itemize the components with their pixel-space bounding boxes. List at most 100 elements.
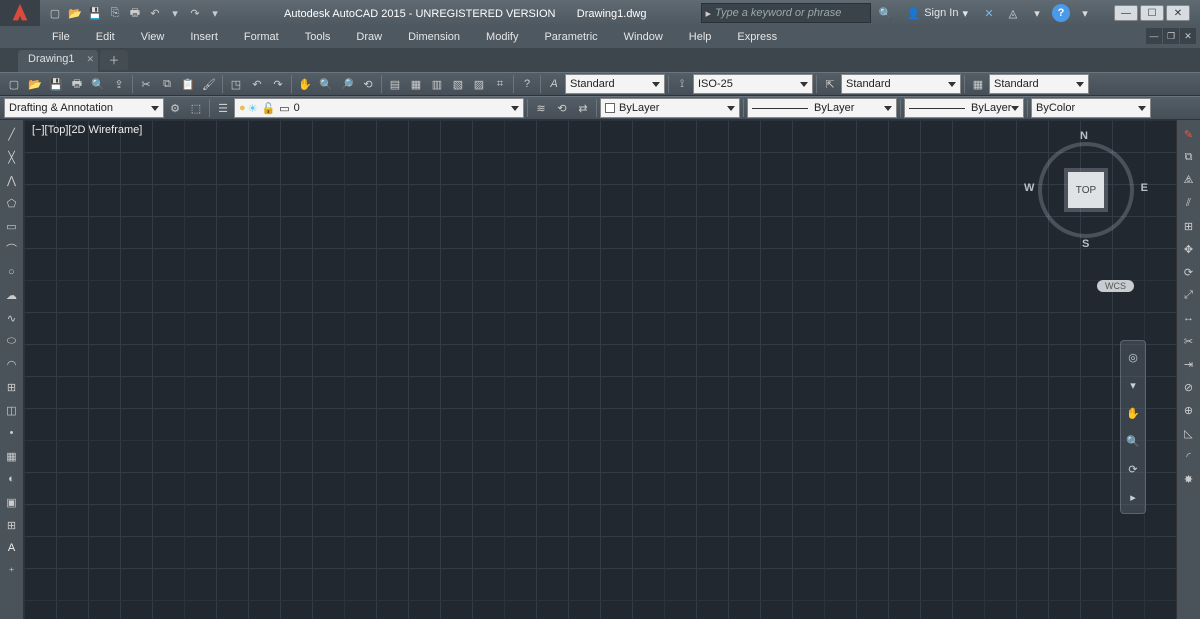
- insert-icon[interactable]: ⊞: [2, 377, 22, 397]
- viewcube[interactable]: TOP N S E W: [1026, 130, 1146, 250]
- spline-icon[interactable]: ∿: [2, 308, 22, 328]
- polygon-icon[interactable]: ⬠: [2, 193, 22, 213]
- compass-s[interactable]: S: [1082, 238, 1089, 250]
- stretch-icon[interactable]: ↔: [1179, 308, 1199, 328]
- drawing-canvas[interactable]: [−][Top][2D Wireframe] TOP N S E W WCS ◎…: [24, 120, 1176, 619]
- xline-icon[interactable]: ╳: [2, 147, 22, 167]
- plot-icon[interactable]: 🖶: [126, 4, 144, 22]
- new-tab-button[interactable]: ＋: [100, 50, 128, 70]
- menu-tools[interactable]: Tools: [297, 29, 339, 45]
- rectangle-icon[interactable]: ▭: [2, 216, 22, 236]
- exchange-icon[interactable]: ✕: [980, 4, 998, 22]
- zoomprev-icon[interactable]: ⟲: [358, 74, 378, 94]
- copy2-icon[interactable]: ⧉: [1179, 147, 1199, 167]
- mdi-restore[interactable]: ❐: [1163, 28, 1179, 44]
- text-style-combo[interactable]: Standard: [565, 74, 665, 94]
- line-icon[interactable]: ╱: [2, 124, 22, 144]
- wcs-badge[interactable]: WCS: [1097, 280, 1134, 292]
- erase-icon[interactable]: ✎: [1179, 124, 1199, 144]
- menu-dimension[interactable]: Dimension: [400, 29, 468, 45]
- menu-modify[interactable]: Modify: [478, 29, 526, 45]
- layer-combo[interactable]: ● ☀ 🔓 ▭ 0: [234, 98, 524, 118]
- redo-drop-icon[interactable]: ▾: [206, 4, 224, 22]
- open-icon[interactable]: 📂: [66, 4, 84, 22]
- block-create-icon[interactable]: ◫: [2, 400, 22, 420]
- menu-insert[interactable]: Insert: [182, 29, 226, 45]
- toolpal-icon[interactable]: ▥: [427, 74, 447, 94]
- chamfer-icon[interactable]: ◺: [1179, 423, 1199, 443]
- layerstate-icon[interactable]: ⇄: [573, 98, 593, 118]
- ellipsearc-icon[interactable]: ◠: [2, 354, 22, 374]
- menu-edit[interactable]: Edit: [88, 29, 123, 45]
- point-icon[interactable]: •: [2, 423, 22, 443]
- showmotion-icon[interactable]: ▸: [1123, 487, 1143, 507]
- zoomwin-icon[interactable]: 🔎: [337, 74, 357, 94]
- maximize-button[interactable]: ☐: [1140, 5, 1164, 21]
- offset-icon[interactable]: ⫽: [1179, 193, 1199, 213]
- orbit-icon[interactable]: ⟳: [1123, 459, 1143, 479]
- redo2-icon[interactable]: ↷: [268, 74, 288, 94]
- help2-icon[interactable]: ?: [517, 74, 537, 94]
- zoomrt-icon[interactable]: 🔍: [316, 74, 336, 94]
- saveas-icon[interactable]: ⎘: [106, 4, 124, 22]
- new-icon[interactable]: ▢: [46, 4, 64, 22]
- markup-icon[interactable]: ▨: [469, 74, 489, 94]
- redo-icon[interactable]: ↷: [186, 4, 204, 22]
- search-icon[interactable]: 🔍: [877, 4, 895, 22]
- paste-icon[interactable]: 📋: [178, 74, 198, 94]
- menu-view[interactable]: View: [133, 29, 173, 45]
- break-icon[interactable]: ⊘: [1179, 377, 1199, 397]
- circle-icon[interactable]: ○: [2, 262, 22, 282]
- pan-icon[interactable]: ✋: [295, 74, 315, 94]
- dimstyle-icon[interactable]: ⟟: [672, 74, 692, 94]
- cut-icon[interactable]: ✂: [136, 74, 156, 94]
- block-icon[interactable]: ◳: [226, 74, 246, 94]
- steering-wheel-icon[interactable]: ◎: [1123, 347, 1143, 367]
- mtext-icon[interactable]: A: [2, 538, 22, 558]
- close-icon[interactable]: ✕: [86, 54, 94, 65]
- addsel-icon[interactable]: ⁺: [2, 561, 22, 581]
- undo-drop-icon[interactable]: ▾: [166, 4, 184, 22]
- mirror-icon[interactable]: ⧌: [1179, 170, 1199, 190]
- table-icon[interactable]: ⊞: [2, 515, 22, 535]
- workspace-settings-icon[interactable]: ⚙: [165, 98, 185, 118]
- move-icon[interactable]: ✥: [1179, 239, 1199, 259]
- pan-tool-icon[interactable]: ✋: [1123, 403, 1143, 423]
- app-menu-button[interactable]: [0, 0, 40, 26]
- viewcube-face[interactable]: TOP: [1068, 172, 1104, 208]
- plot-doc-icon[interactable]: 🖶: [67, 74, 87, 94]
- dropdown-icon[interactable]: ▾: [1028, 4, 1046, 22]
- menu-window[interactable]: Window: [616, 29, 671, 45]
- menu-file[interactable]: File: [44, 29, 78, 45]
- hatch-icon[interactable]: ▦: [2, 446, 22, 466]
- linetype-combo[interactable]: ByLayer: [747, 98, 897, 118]
- compass-e[interactable]: E: [1141, 182, 1148, 194]
- quickcalc-icon[interactable]: ⌗: [490, 74, 510, 94]
- ellipse-icon[interactable]: ⬭: [2, 331, 22, 351]
- open-doc-icon[interactable]: 📂: [25, 74, 45, 94]
- layer-mgr-icon[interactable]: ☰: [213, 98, 233, 118]
- layermatch-icon[interactable]: ≋: [531, 98, 551, 118]
- explode-icon[interactable]: ✸: [1179, 469, 1199, 489]
- region-icon[interactable]: ▣: [2, 492, 22, 512]
- mleader-icon[interactable]: ⇱: [820, 74, 840, 94]
- sheet-icon[interactable]: ▧: [448, 74, 468, 94]
- copy-icon[interactable]: ⧉: [157, 74, 177, 94]
- mdi-close[interactable]: ✕: [1180, 28, 1196, 44]
- menu-express[interactable]: Express: [729, 29, 785, 45]
- array-icon[interactable]: ⊞: [1179, 216, 1199, 236]
- menu-parametric[interactable]: Parametric: [536, 29, 605, 45]
- plotstyle-combo[interactable]: ByColor: [1031, 98, 1151, 118]
- file-tab[interactable]: Drawing1 ✕: [18, 50, 98, 72]
- infocenter-search[interactable]: Type a keyword or phrase: [701, 3, 871, 23]
- help-drop-icon[interactable]: ▾: [1076, 4, 1094, 22]
- menu-help[interactable]: Help: [681, 29, 720, 45]
- table-style-combo[interactable]: Standard: [989, 74, 1089, 94]
- trim-icon[interactable]: ✂: [1179, 331, 1199, 351]
- workspace-lock-icon[interactable]: ⬚: [186, 98, 206, 118]
- layerprev-icon[interactable]: ⟲: [552, 98, 572, 118]
- signin-button[interactable]: 👤 Sign In ▾: [901, 7, 974, 20]
- mdi-minimize[interactable]: ―: [1146, 28, 1162, 44]
- gradient-icon[interactable]: ◐: [2, 469, 22, 489]
- new-doc-icon[interactable]: ▢: [4, 74, 24, 94]
